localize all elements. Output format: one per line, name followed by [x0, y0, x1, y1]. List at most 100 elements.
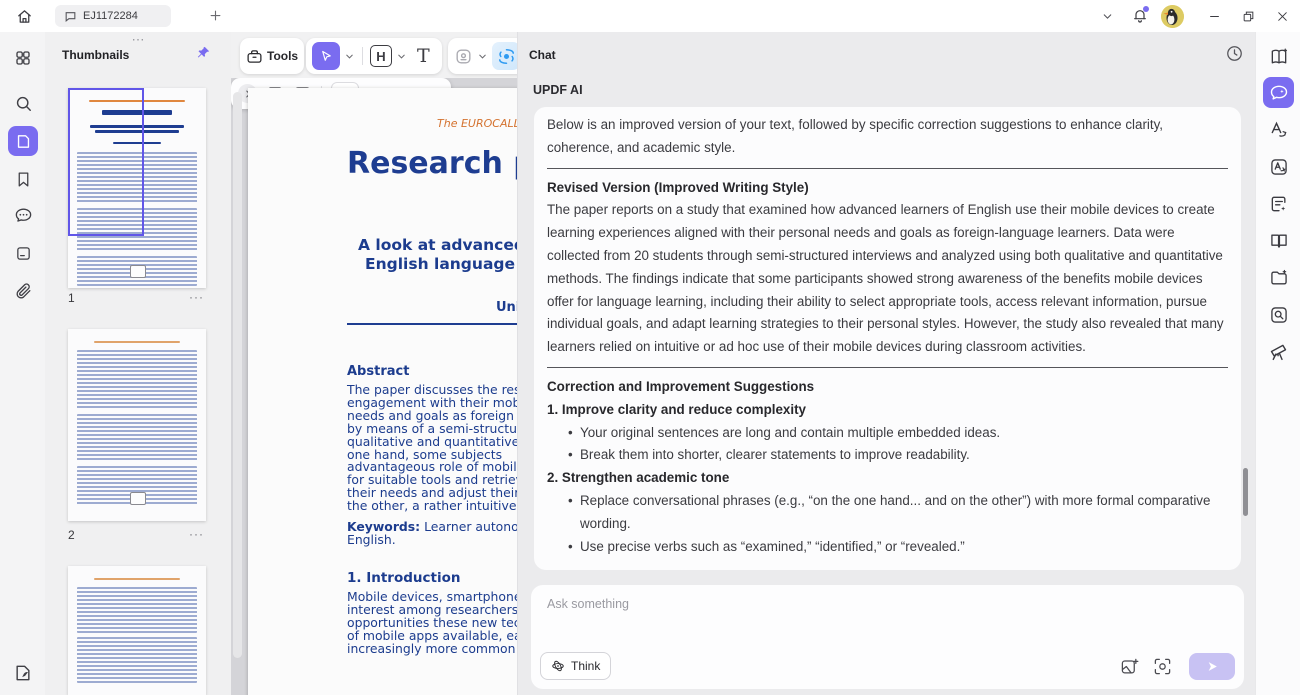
minimize-icon: [1208, 10, 1221, 23]
ai-search-icon[interactable]: [1263, 299, 1294, 330]
pdf-keywords: Keywords: Learner autonomy English.: [347, 520, 517, 546]
chat-sender-name: UPDF AI: [533, 83, 583, 97]
pdf-abstract-text: The paper discusses the results engageme…: [347, 384, 517, 513]
chat-input[interactable]: [545, 595, 1209, 639]
thumbnails-scrollbar[interactable]: [233, 92, 242, 658]
panel-drag-handle[interactable]: ⋯: [127, 32, 151, 48]
think-toggle-button[interactable]: Think: [540, 652, 611, 680]
pdf-abstract-heading: Abstract: [347, 364, 409, 379]
close-icon: [1276, 10, 1289, 23]
bookmarks-icon[interactable]: [8, 164, 38, 194]
restore-button[interactable]: [1234, 4, 1262, 28]
cursor-icon: [319, 49, 334, 64]
close-button[interactable]: [1268, 4, 1296, 28]
page-number-label: 1: [68, 291, 75, 305]
page-thumbnail-3[interactable]: [68, 566, 206, 695]
pin-icon[interactable]: [196, 45, 211, 60]
suggestions-heading: Correction and Improvement Suggestions: [547, 376, 1228, 399]
chevron-down-icon[interactable]: [344, 51, 355, 62]
tools-label: Tools: [267, 49, 298, 63]
ai-rewrite-icon[interactable]: [1263, 114, 1294, 145]
atom-icon: [551, 659, 565, 673]
pdf-canvas[interactable]: The EUROCALL R Research pa A look at adv…: [231, 78, 517, 695]
pdf-intro-text: Mobile devices, smartphones ar interest …: [347, 591, 517, 656]
suggestion-bullet: •Your original sentences are long and co…: [547, 422, 1228, 445]
text-tool-button[interactable]: T: [417, 47, 430, 66]
ai-sparkle-icon: [497, 47, 516, 66]
new-tab-button[interactable]: [208, 8, 223, 23]
pdf-affiliation: Unive: [496, 300, 517, 315]
ai-chat-icon[interactable]: [1263, 77, 1294, 108]
home-button[interactable]: [12, 5, 36, 27]
reader-book-icon[interactable]: [1263, 225, 1294, 256]
pdf-intro-heading: 1. Introduction: [347, 570, 460, 586]
user-avatar[interactable]: [1161, 5, 1184, 28]
page-thumbnail-2[interactable]: [68, 329, 206, 521]
notification-dot: [1143, 6, 1149, 12]
ai-summary-icon[interactable]: [1263, 188, 1294, 219]
divider: [362, 47, 363, 65]
page-overflow-menu[interactable]: ···: [189, 290, 204, 304]
page-overflow-menu[interactable]: ···: [189, 527, 204, 541]
send-button[interactable]: [1189, 653, 1235, 680]
chevron-down-icon[interactable]: [396, 51, 407, 62]
tools-button[interactable]: Tools: [240, 38, 304, 74]
comment-marker-icon[interactable]: [130, 492, 146, 505]
ai-translate-icon[interactable]: [1263, 151, 1294, 182]
telescope-icon[interactable]: [1263, 336, 1294, 367]
select-tool-button[interactable]: [312, 42, 340, 70]
revised-version-body: The paper reports on a study that examin…: [547, 199, 1228, 359]
ai-files-icon[interactable]: [1263, 262, 1294, 293]
apps-grid-icon[interactable]: [8, 43, 38, 73]
search-icon[interactable]: [8, 88, 38, 118]
ai-read-book-icon[interactable]: [1263, 41, 1294, 72]
notifications-button[interactable]: [1126, 4, 1154, 28]
chat-input-card: Think: [531, 585, 1244, 689]
left-sidebar: [0, 32, 46, 695]
chevron-down-icon: [1101, 10, 1114, 23]
chat-panel: Chat UPDF AI Below is an improved versio…: [517, 32, 1256, 695]
chevron-down-icon[interactable]: [477, 51, 488, 62]
chat-scrollbar[interactable]: [1243, 468, 1248, 516]
stamp-tool-group: [448, 38, 517, 74]
minimize-button[interactable]: [1200, 4, 1228, 28]
suggestion-bullet: •Replace conversational phrases (e.g., “…: [547, 490, 1228, 536]
pdf-subtitle-line2: English language s: [365, 255, 517, 273]
screenshot-icon[interactable]: [1153, 657, 1172, 676]
restore-icon: [1242, 10, 1255, 23]
thumbnails-panel-icon[interactable]: [8, 126, 38, 156]
thumbnail-text-preview: [68, 566, 206, 695]
updf-ai-button[interactable]: [492, 42, 517, 70]
titlebar-chevron-button[interactable]: [1093, 4, 1121, 28]
tab-title: EJ1172284: [83, 10, 138, 22]
suggestion-1-heading: 1. Improve clarity and reduce complexity: [547, 399, 1228, 422]
comment-bubble-icon: [64, 10, 77, 23]
divider: [547, 367, 1228, 368]
thumbnail-viewport-indicator[interactable]: [68, 88, 144, 236]
pdf-journal-header: The EUROCALL R: [437, 117, 517, 130]
pdf-divider-rule: [347, 323, 517, 325]
heading-tool-button[interactable]: H: [370, 45, 392, 67]
stamp-tool-icon[interactable]: [454, 47, 473, 66]
toolbox-icon: [246, 48, 263, 65]
ai-intro-text: Below is an improved version of your tex…: [547, 114, 1228, 160]
reading-mode-icon[interactable]: [8, 658, 38, 688]
send-arrow-icon: [1206, 660, 1219, 673]
pdf-subtitle-line1: A look at advanced: [358, 236, 517, 254]
chat-history-button[interactable]: [1225, 44, 1244, 63]
document-tab[interactable]: EJ1172284: [55, 5, 171, 27]
page-thumbnail-1[interactable]: [68, 88, 206, 288]
page-number-label: 2: [68, 528, 75, 542]
attachment-icon[interactable]: [8, 276, 38, 306]
pdf-page[interactable]: The EUROCALL R Research pa A look at adv…: [248, 88, 517, 695]
pdf-viewer: The EUROCALL R Research pa A look at adv…: [231, 32, 517, 695]
suggestion-2-heading: 2. Strengthen academic tone: [547, 467, 1228, 490]
comments-icon[interactable]: [8, 200, 38, 230]
comment-marker-icon[interactable]: [130, 265, 146, 278]
page-organize-icon[interactable]: [8, 238, 38, 268]
divider: [547, 168, 1228, 169]
edit-tool-group: H T: [306, 38, 442, 74]
right-sidebar: [1255, 32, 1300, 695]
add-image-icon[interactable]: [1120, 657, 1139, 676]
thumbnails-panel: ⋯ Thumbnails 1 ··· 2 ···: [45, 32, 231, 695]
